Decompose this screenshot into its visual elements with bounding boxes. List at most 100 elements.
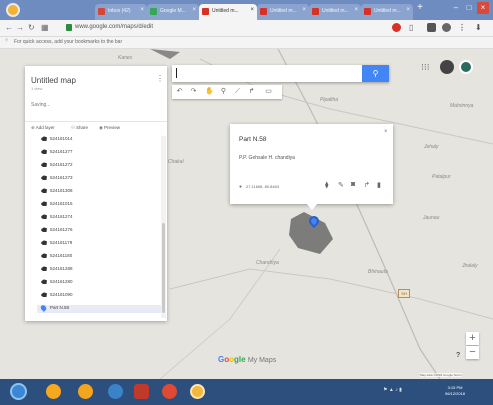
undo-icon[interactable]: ↶ <box>175 87 184 96</box>
preview-button[interactable]: ◉Preview <box>99 125 120 131</box>
edit-pencil-icon[interactable]: ✎ <box>338 181 344 189</box>
apps-grid-icon[interactable]: ⁝⁝⁝ <box>421 62 430 73</box>
list-item[interactable]: 524161277 <box>41 149 73 157</box>
polygon-icon <box>41 227 47 233</box>
zoom-out-button[interactable]: − <box>466 346 479 359</box>
my-maps-icon <box>202 8 209 15</box>
location-pin-icon: ● <box>239 184 243 190</box>
minimize-button[interactable]: – <box>450 2 462 14</box>
close-icon[interactable]: × <box>302 7 306 13</box>
list-item[interactable]: 524161090 <box>41 292 73 300</box>
system-tray[interactable]: ⚑ ▲ ♪ ▮ <box>383 387 402 393</box>
acrobat-icon[interactable] <box>134 384 149 399</box>
close-icon[interactable]: × <box>192 7 196 13</box>
close-icon[interactable]: × <box>384 129 388 135</box>
firefox-icon[interactable] <box>46 384 61 399</box>
explorer-icon[interactable] <box>108 384 123 399</box>
chrome-active-icon[interactable] <box>190 384 205 399</box>
close-icon[interactable]: × <box>406 7 410 13</box>
list-item[interactable]: 524161273 <box>41 175 73 183</box>
list-item[interactable]: 524161014 <box>41 136 73 144</box>
chrome-icon[interactable] <box>162 384 177 399</box>
directions-icon[interactable]: ↱ <box>247 87 256 96</box>
marker-icon[interactable]: ⚲ <box>219 87 228 96</box>
list-item-selected[interactable]: Part N.58 <box>37 304 161 313</box>
gmail-icon <box>98 8 105 15</box>
maps-icon <box>150 8 157 15</box>
tab-untitled-map[interactable]: Untitled m... × <box>361 4 413 20</box>
list-item[interactable]: 524161015 <box>41 201 73 209</box>
more-options-icon[interactable]: ⋮ <box>156 74 164 83</box>
forward-arrow-icon[interactable]: → <box>16 23 24 32</box>
help-icon[interactable]: ? <box>456 352 460 359</box>
tab-untitled-map[interactable]: Untitled m... × <box>257 4 309 20</box>
search-input[interactable] <box>172 65 389 82</box>
tab-google-maps[interactable]: Google M... × <box>147 4 199 20</box>
avatar[interactable] <box>459 60 473 74</box>
tab-untitled-map[interactable]: Untitled m... × <box>309 4 361 20</box>
search-button[interactable]: ⚲ <box>362 65 389 82</box>
gear-icon[interactable] <box>440 60 454 74</box>
camera-icon[interactable]: ◙ <box>351 181 355 188</box>
list-item[interactable]: 524161179 <box>41 240 72 248</box>
popup-title: Part N.58 <box>239 136 267 143</box>
hand-icon[interactable]: ✋ <box>205 87 214 96</box>
extension-icon[interactable] <box>392 23 401 32</box>
list-item[interactable]: 524161276 <box>41 227 73 235</box>
list-item[interactable]: 524161308 <box>41 188 73 196</box>
share-button[interactable]: ⚇Share <box>71 125 88 131</box>
address-bar-row: ← → ↻ ▦ www.google.com/maps/d/edit ▯ ⋮ ⬇ <box>0 20 493 37</box>
close-window-button[interactable]: × <box>477 2 489 14</box>
text-cursor <box>176 68 177 78</box>
feature-info-popup: Part N.58 × P.P. Gehsale H. chandiya ● 2… <box>230 124 393 204</box>
close-icon[interactable]: × <box>140 7 144 13</box>
map-title[interactable]: Untitled map <box>31 76 76 85</box>
tab-inbox[interactable]: Inbox (42) × <box>95 4 147 20</box>
list-item[interactable]: 524161288 <box>41 266 73 274</box>
back-arrow-icon[interactable]: ← <box>5 23 13 32</box>
add-layer-button[interactable]: ⊕Add layer <box>31 125 55 131</box>
start-button[interactable] <box>10 383 27 400</box>
apps-icon[interactable]: ⁘ <box>4 37 9 44</box>
eye-icon: ◉ <box>99 125 103 130</box>
map-attribution[interactable]: Map data ©2018 Google Terms <box>420 373 462 377</box>
reload-icon[interactable]: ↻ <box>28 23 35 32</box>
tab-label: Untitled m... <box>212 8 239 14</box>
media-icon[interactable] <box>78 384 93 399</box>
maximize-button[interactable]: □ <box>463 2 475 14</box>
polygon-icon <box>41 201 47 207</box>
bookmark-icon[interactable]: ▯ <box>409 23 413 32</box>
polygon-icon <box>41 279 47 285</box>
list-item[interactable]: 524161180 <box>41 253 72 261</box>
extension-icon[interactable] <box>427 23 436 32</box>
profile-icon[interactable] <box>442 23 451 32</box>
draw-line-icon[interactable]: ⟋ <box>233 87 242 96</box>
download-icon[interactable]: ⬇ <box>475 23 482 32</box>
chrome-logo-icon[interactable] <box>6 3 20 17</box>
new-tab-button[interactable]: + <box>414 2 426 14</box>
add-layer-icon: ⊕ <box>31 125 35 130</box>
directions-icon[interactable]: ↱ <box>364 181 370 189</box>
clock[interactable]: 3:15 PM 06/12/2018 <box>445 385 465 397</box>
tab-untitled-map-active[interactable]: Untitled m... × <box>199 4 257 20</box>
redo-icon[interactable]: ↷ <box>189 87 198 96</box>
list-item[interactable]: 524161280 <box>41 279 73 287</box>
menu-dots-icon[interactable]: ⋮ <box>458 23 466 32</box>
polygon-icon <box>41 214 47 220</box>
scrollbar-thumb[interactable] <box>162 223 165 313</box>
style-bucket-icon[interactable]: ⧫ <box>325 181 328 189</box>
close-icon[interactable]: × <box>354 7 358 13</box>
apps-grid-icon[interactable]: ▦ <box>41 23 49 32</box>
popup-coordinates: 27.11668, 80.8463 <box>246 184 280 189</box>
close-icon[interactable]: × <box>250 7 254 13</box>
url-field[interactable]: www.google.com/maps/d/edit <box>75 24 153 30</box>
polygon-icon <box>41 149 47 155</box>
list-item[interactable]: 524161272 <box>41 162 73 170</box>
list-item[interactable]: 524161274 <box>41 214 73 222</box>
zoom-in-button[interactable]: + <box>466 332 479 345</box>
measure-icon[interactable]: ▭ <box>264 87 273 96</box>
google-my-maps-logo: Google My Maps <box>218 355 277 364</box>
delete-icon[interactable]: ▮ <box>377 181 381 189</box>
tab-label: Inbox (42) <box>108 8 131 14</box>
my-maps-icon <box>312 8 319 15</box>
